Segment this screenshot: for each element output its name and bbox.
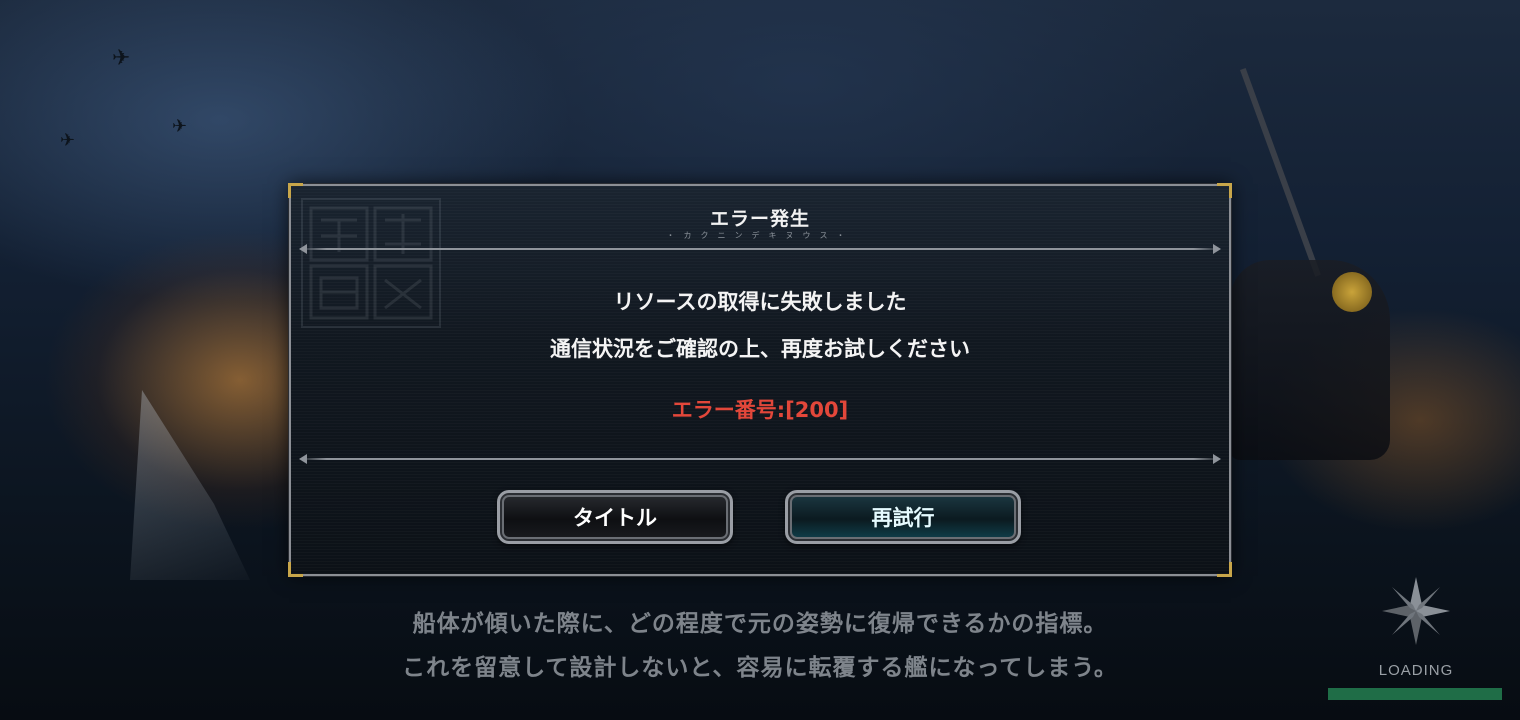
divider	[299, 454, 1221, 464]
loading-tip-line1: 船体が傾いた際に、どの程度で元の姿勢に復帰できるかの指標。	[412, 611, 1108, 637]
error-message-line1: リソースの取得に失敗しました	[613, 290, 907, 314]
ship-emblem	[1332, 272, 1372, 312]
error-message-line2: 通信状況をご確認の上、再度お試しください	[550, 337, 970, 361]
loading-progress-fill	[1328, 688, 1502, 700]
retry-button[interactable]: 再試行	[785, 490, 1021, 544]
plane-silhouette: ✈	[112, 46, 131, 71]
plane-silhouette: ✈	[60, 130, 76, 151]
loading-progress-bar	[1328, 688, 1502, 700]
dialog-title: エラー発生	[709, 208, 810, 230]
compass-icon	[1382, 577, 1450, 645]
title-button[interactable]: タイトル	[497, 490, 733, 544]
dialog-subtitle: ・カクニンデキヌウス・	[666, 231, 854, 240]
frame-corner	[1217, 183, 1232, 198]
frame-corner	[288, 562, 303, 577]
frame-corner	[288, 183, 303, 198]
retry-button-label: 再試行	[871, 506, 935, 530]
loading-label: LOADING	[1378, 662, 1454, 679]
error-dialog: エラー発生 ・カクニンデキヌウス・ リソースの取得に失敗しました 通信状況をご確…	[288, 183, 1232, 577]
frame-corner	[1217, 562, 1232, 577]
plane-silhouette: ✈	[172, 116, 188, 137]
title-button-label: タイトル	[573, 506, 657, 530]
loading-tip-line2: これを留意して設計しないと、容易に転覆する艦になってしまう。	[402, 655, 1118, 681]
divider	[299, 244, 1221, 254]
error-code: エラー番号:[200]	[671, 398, 849, 422]
